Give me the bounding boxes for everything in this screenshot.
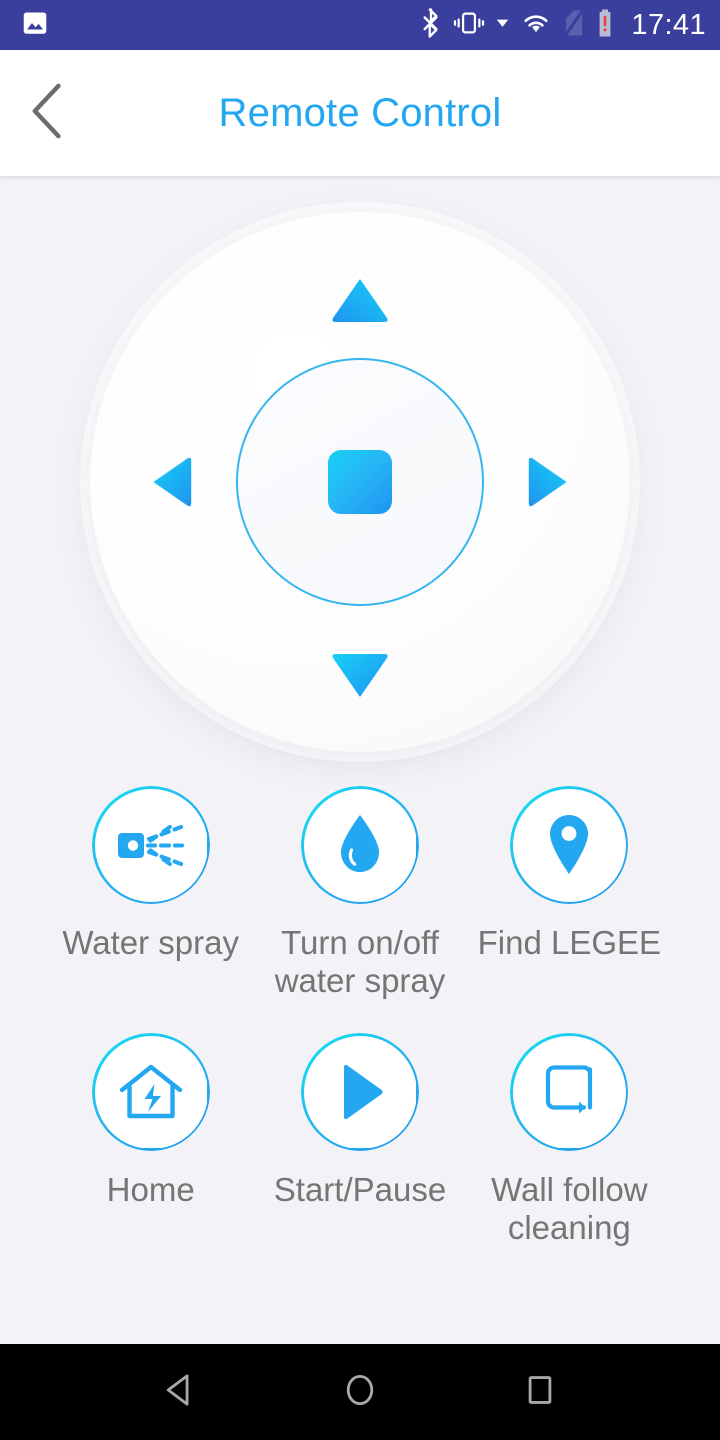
- action-grid: Water spray Turn on/off water spray Find…: [0, 786, 720, 1247]
- action-find-legee: Find LEGEE: [465, 786, 674, 1001]
- action-label: Wall follow cleaning: [491, 1170, 648, 1246]
- back-button[interactable]: [0, 50, 96, 176]
- dpad-left-button[interactable]: [138, 453, 204, 511]
- bluetooth-icon: [420, 7, 442, 43]
- water-drop-icon: [334, 812, 386, 878]
- nav-back-triangle-icon: [160, 1370, 200, 1415]
- water-spray-button[interactable]: [91, 786, 210, 904]
- status-bar: 17:41: [0, 0, 720, 50]
- toggle-water-spray-button[interactable]: [300, 786, 419, 904]
- nav-recents-button[interactable]: [502, 1344, 578, 1440]
- chevron-down-icon: [496, 16, 509, 34]
- triangle-right-icon: [516, 453, 582, 511]
- play-icon: [332, 1061, 388, 1123]
- dpad-up-button[interactable]: [327, 270, 393, 328]
- status-bar-right: 17:41: [420, 7, 706, 43]
- android-nav-bar: [0, 1344, 720, 1440]
- action-water-spray: Water spray: [46, 786, 255, 1001]
- status-bar-left: [20, 8, 50, 43]
- triangle-left-icon: [138, 453, 204, 511]
- no-sim-icon: [563, 8, 585, 43]
- battery-alert-icon: [596, 8, 614, 43]
- app-bar: Remote Control: [0, 50, 720, 176]
- action-label: Water spray: [62, 924, 239, 961]
- find-legee-button[interactable]: [510, 786, 629, 904]
- spray-nozzle-icon: [114, 816, 188, 874]
- action-label: Find LEGEE: [477, 924, 662, 961]
- stop-button[interactable]: [328, 450, 392, 514]
- wifi-icon: [520, 10, 552, 41]
- start-pause-button[interactable]: [300, 1032, 419, 1151]
- nav-home-circle-icon: [340, 1370, 380, 1415]
- directional-pad: [90, 212, 630, 752]
- chevron-left-icon: [26, 82, 70, 145]
- action-toggle-water-spray: Turn on/off water spray: [255, 786, 464, 1001]
- wall-follow-button[interactable]: [510, 1032, 629, 1151]
- home-button[interactable]: [91, 1032, 210, 1151]
- phone-screen: 17:41 Remote Control Water spray Turn on…: [0, 0, 720, 1440]
- nav-recents-square-icon: [520, 1370, 560, 1415]
- action-home: Home: [46, 1032, 255, 1248]
- vibrate-icon: [453, 8, 485, 43]
- action-label: Turn on/off water spray: [274, 924, 446, 1000]
- page-title: Remote Control: [218, 90, 502, 135]
- action-wall-follow: Wall follow cleaning: [465, 1032, 674, 1248]
- house-charge-icon: [118, 1062, 184, 1122]
- nav-home-button[interactable]: [322, 1344, 398, 1440]
- action-label: Start/Pause: [273, 1170, 447, 1208]
- triangle-up-icon: [327, 270, 393, 328]
- nav-back-button[interactable]: [142, 1344, 218, 1440]
- main-content: Water spray Turn on/off water spray Find…: [0, 176, 720, 1344]
- photo-icon: [20, 8, 50, 43]
- triangle-down-icon: [327, 648, 393, 706]
- dpad-right-button[interactable]: [516, 453, 582, 511]
- wall-follow-icon: [538, 1061, 600, 1123]
- map-pin-icon: [543, 812, 595, 878]
- status-bar-clock: 17:41: [631, 8, 706, 41]
- action-label: Home: [106, 1170, 195, 1208]
- action-start-pause: Start/Pause: [255, 1032, 464, 1248]
- dpad-down-button[interactable]: [327, 648, 393, 706]
